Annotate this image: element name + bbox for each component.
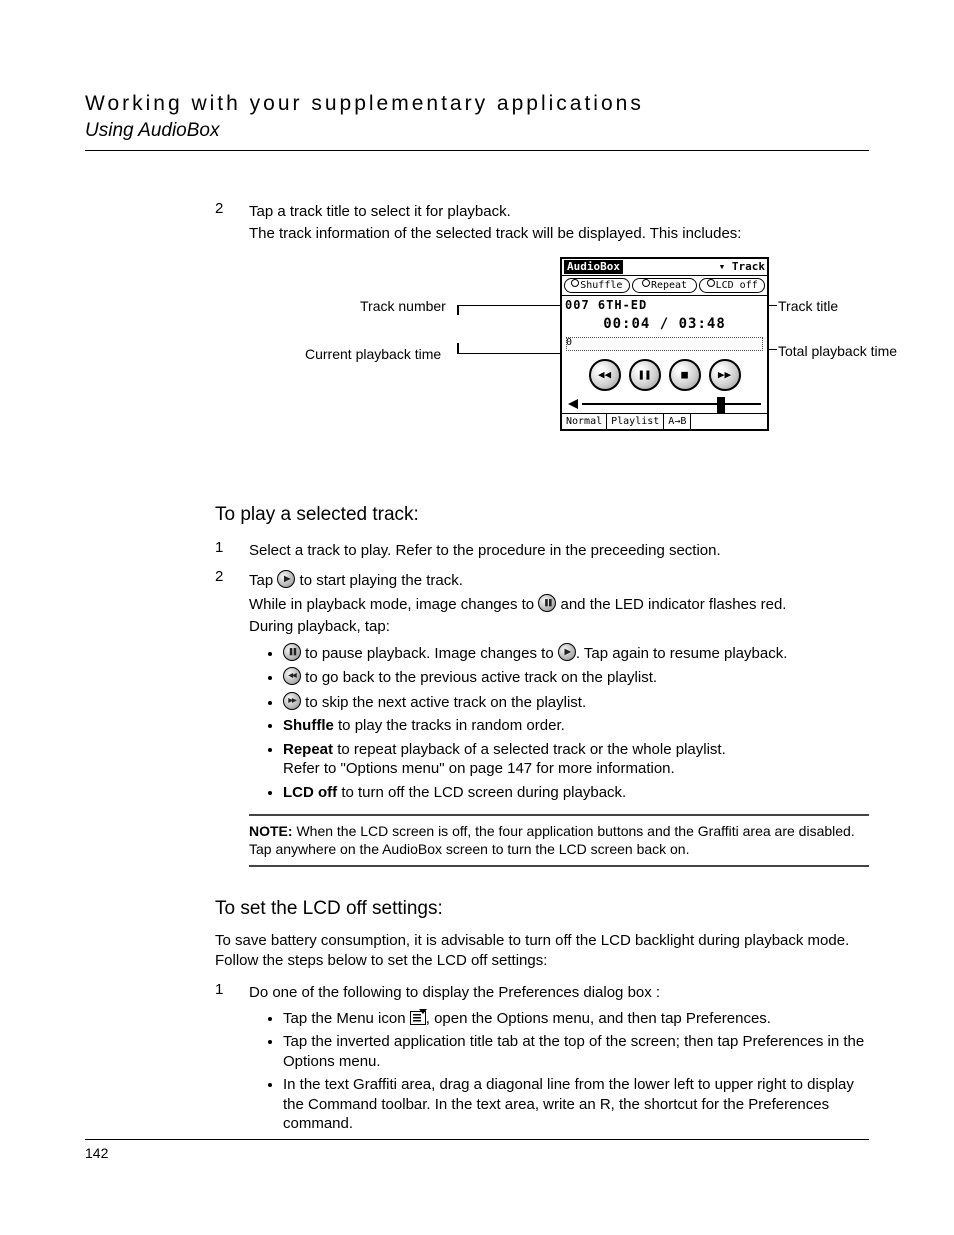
prev-icon [283,667,301,685]
prev-button[interactable]: ◀◀ [589,359,621,391]
speaker-icon [568,399,578,409]
stop-button[interactable]: ■ [669,359,701,391]
lcd-bullets: Tap the Menu icon , open the Options men… [249,1009,869,1134]
app-title: AudioBox [564,260,623,274]
step-text: The track information of the selected tr… [249,224,869,244]
transport-controls: ◀◀ ❚❚ ■ ▶▶ [562,355,767,395]
next-button[interactable]: ▶▶ [709,359,741,391]
device-footer: Normal Playlist A→B [562,413,767,429]
step-text: Tap to start playing the track. [249,570,869,591]
running-header: Working with your supplementary applicat… [85,90,869,151]
volume-row [562,395,767,413]
callout-total-time: Total playback time [778,342,897,360]
lcd-step-1: 1 Do one of the following to display the… [215,980,869,1140]
list-item: Tap the inverted application title tab a… [283,1032,869,1071]
progress-bar[interactable] [566,337,763,351]
callout-track-title: Track title [778,297,838,315]
next-icon [283,692,301,710]
pause-icon [538,594,556,612]
volume-slider[interactable] [582,403,761,405]
mode-ab[interactable]: A→B [664,414,691,429]
device-header: AudioBox Track [562,259,767,276]
page: Working with your supplementary applicat… [0,0,954,1140]
play-step-1: 1 Select a track to play. Refer to the p… [215,538,869,564]
list-item: In the text Graffiti area, drag a diagon… [283,1075,869,1134]
pause-button[interactable]: ❚❚ [629,359,661,391]
track-info: 007 6TH-ED [562,296,767,314]
list-item: Tap the Menu icon , open the Options men… [283,1009,869,1029]
step-text: Select a track to play. Refer to the pro… [249,541,869,561]
list-item: LCD off to turn off the LCD screen durin… [283,783,869,803]
note-label: NOTE: [249,823,293,839]
lcdoff-button[interactable]: LCD off [699,278,765,293]
note-text: When the LCD screen is off, the four app… [249,823,855,857]
mode-normal[interactable]: Normal [562,414,607,429]
step-text: Do one of the following to display the P… [249,983,869,1003]
header-rule [85,150,869,151]
list-item: Repeat to repeat playback of a selected … [283,740,869,779]
audiobox-screenshot-diagram: Track number Current playback time Track… [215,257,869,477]
step-number: 2 [215,199,249,247]
leader-line [457,305,560,306]
footer-rule [85,1139,869,1140]
body-content: 2 Tap a track title to select it for pla… [85,199,869,1140]
track-menu[interactable]: Track [719,260,765,274]
play-icon [277,570,295,588]
mode-buttons: Shuffle Repeat LCD off [562,276,767,296]
time-info: 00:04 / 03:48 [562,314,767,336]
callout-current-time: Current playback time [305,345,441,363]
leader-line [457,353,560,354]
step-text: During playback, tap: [249,617,869,637]
repeat-button[interactable]: Repeat [632,278,698,293]
heading-play-track: To play a selected track: [215,503,869,528]
shuffle-button[interactable]: Shuffle [564,278,630,293]
step-number: 2 [215,567,249,870]
section-title: Using AudioBox [85,119,869,144]
chapter-title: Working with your supplementary applicat… [85,90,869,117]
step-number: 1 [215,980,249,1140]
step-2: 2 Tap a track title to select it for pla… [215,199,869,247]
audiobox-device: AudioBox Track Shuffle Repeat LCD off 00… [560,257,769,431]
pause-icon [283,643,301,661]
page-footer: 142 [85,1139,869,1164]
list-item: to skip the next active track on the pla… [283,692,869,713]
play-step-2: 2 Tap to start playing the track. While … [215,567,869,870]
play-icon [558,643,576,661]
list-item: to go back to the previous active track … [283,667,869,688]
list-item: to pause playback. Image changes to . Ta… [283,643,869,664]
list-item: Shuffle to play the tracks in random ord… [283,716,869,736]
playback-bullets: to pause playback. Image changes to . Ta… [249,643,869,803]
step-number: 1 [215,538,249,564]
lcd-intro: To save battery consumption, it is advis… [215,931,869,970]
callout-track-number: Track number [360,297,446,315]
step-text: Tap a track title to select it for playb… [249,202,869,222]
page-number: 142 [85,1145,108,1161]
step-text: While in playback mode, image changes to… [249,594,869,615]
note-box: NOTE: When the LCD screen is off, the fo… [249,814,869,866]
menu-icon [410,1011,426,1025]
heading-lcd-off: To set the LCD off settings: [215,897,869,922]
mode-playlist[interactable]: Playlist [607,414,664,429]
